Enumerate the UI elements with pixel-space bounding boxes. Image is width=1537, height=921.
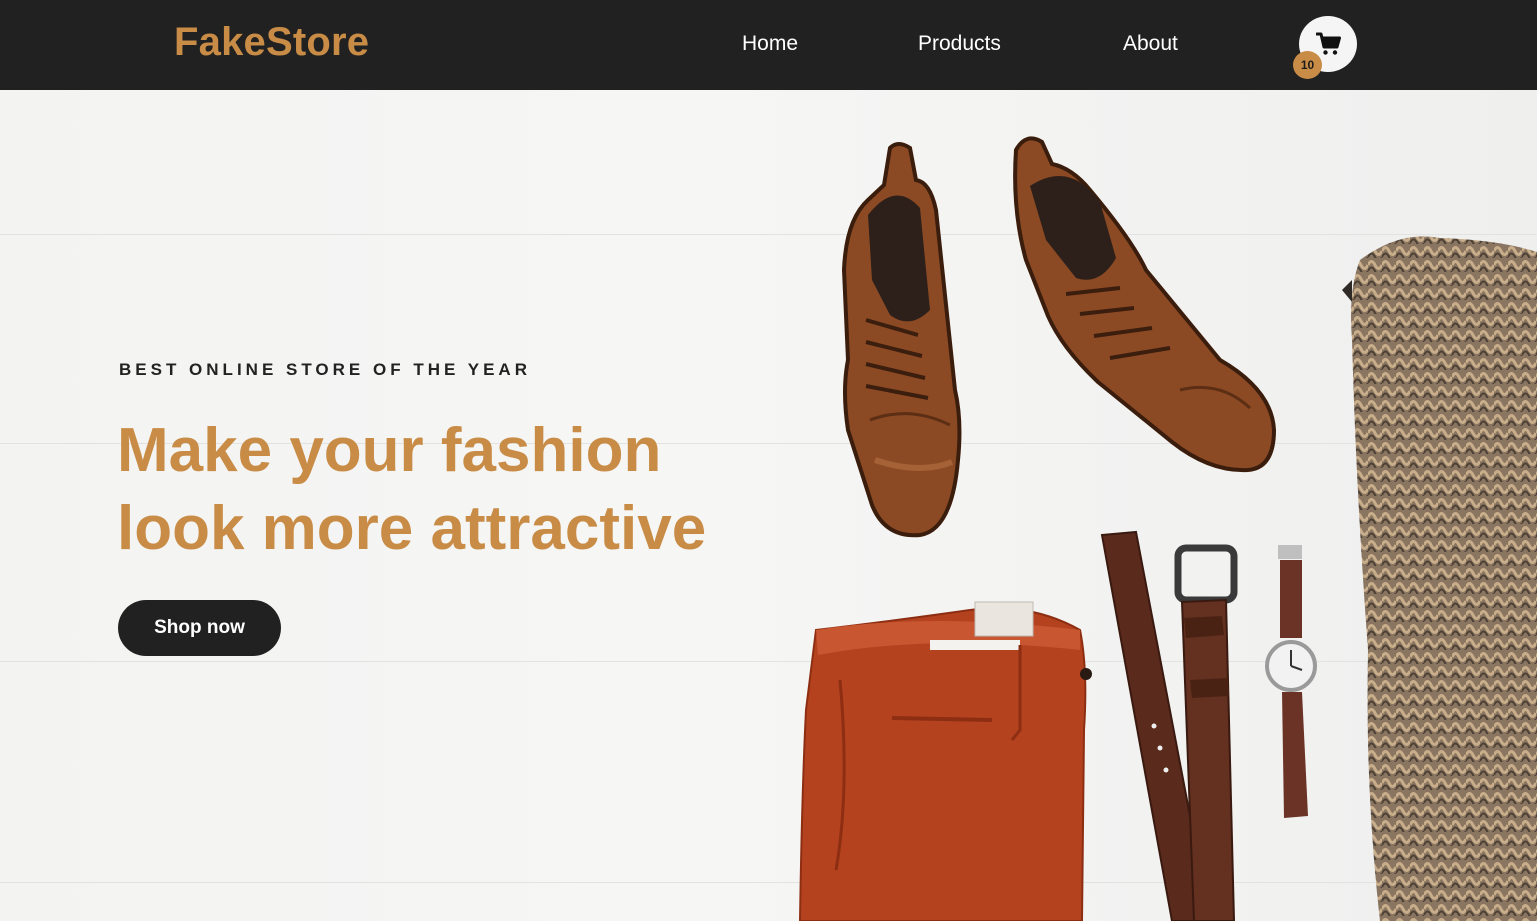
hero-fashion-image: [798, 136, 1537, 921]
knit-sweater-image: [1342, 236, 1537, 921]
wrist-watch-image: [1265, 545, 1317, 818]
cart-icon: [1316, 32, 1341, 55]
hero-headline-line2: look more attractive: [117, 494, 707, 563]
hero-tagline: BEST ONLINE STORE OF THE YEAR: [119, 360, 531, 379]
right-boot-image: [1013, 136, 1277, 473]
nav-link-products[interactable]: Products: [918, 32, 1001, 56]
hero-headline-line1: Make your fashion: [117, 416, 662, 485]
brand-logo[interactable]: FakeStore: [174, 20, 369, 65]
top-navbar: FakeStore Home Products About 10: [0, 0, 1537, 90]
nav-link-about[interactable]: About: [1123, 32, 1178, 56]
left-boot-image: [841, 142, 962, 538]
red-pants-image: [798, 601, 1092, 921]
nav-link-home[interactable]: Home: [742, 32, 798, 56]
shop-now-button[interactable]: Shop now: [118, 600, 281, 656]
leather-belts-image: [1100, 530, 1238, 921]
hero-section: BEST ONLINE STORE OF THE YEAR Make your …: [0, 90, 1537, 921]
hero-headline: Make your fashion look more attractive: [117, 412, 837, 568]
cart-count-badge: 10: [1293, 51, 1322, 79]
